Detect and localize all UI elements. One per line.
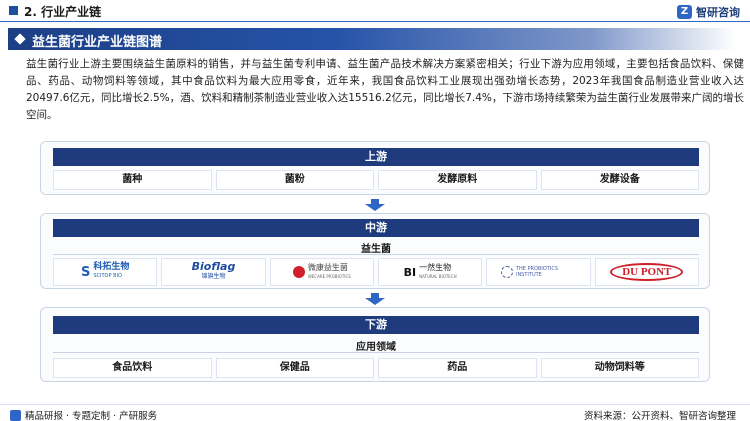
company-name: 微康益生菌 [307,263,348,272]
section-title: 2. 行业产业链 [24,5,102,19]
divider [53,254,699,255]
institute-globe-icon [500,266,513,278]
midstream-subtitle: 益生菌 [361,244,391,255]
company-name: 一然生物 [419,263,452,272]
midstream-section: 中游 益生菌 S 科拓生物 SCITOP BIO Bioflag 锦旗生物 微康… [40,213,710,289]
company-name: DU PONT [610,263,684,281]
footer: 精品研报 · 专题定制 · 产研服务 资料来源：公开资料、智研咨询整理 [0,404,750,421]
logo-wecare: 微康益生菌 WECARE PROBIOTICS [269,258,374,286]
downstream-row: 食品饮料 保健品 药品 动物饲料等 [53,358,699,378]
company-name: Bioflag [191,260,236,273]
header-divider [0,21,750,22]
company-subname: WECARE PROBIOTICS [307,274,351,279]
company-subname: SCITOP BIO [93,273,122,279]
brand-logo[interactable]: Z 智研咨询 [677,4,740,20]
company-logos: S 科拓生物 SCITOP BIO Bioflag 锦旗生物 微康益生菌 WEC… [53,258,699,286]
top-bar: 2. 行业产业链 Z 智研咨询 [0,0,750,22]
logo-dupont: DU PONT [594,258,699,286]
logo-natural-biotech: BI 一然生物 NATURAL BIOTECH [377,258,483,286]
footer-services: 精品研报 · 专题定制 · 产研服务 [25,411,158,421]
downstream-item: 动物饲料等 [540,358,699,378]
downstream-subtitle: 应用领域 [356,342,396,353]
company-name: 科拓生物 [93,262,130,272]
footer-source: 资料来源：公开资料、智研咨询整理 [583,411,736,421]
midstream-title: 中游 [53,219,699,237]
down-arrow-icon [363,293,387,305]
brand-icon: Z [677,5,692,19]
company-subname: 锦旗生物 [201,273,226,280]
company-subname: NATURAL BIOTECH [419,274,457,279]
upstream-item: 发酵原料 [378,170,537,190]
upstream-item: 菌种 [53,170,212,190]
downstream-title: 下游 [53,316,699,334]
downstream-item: 保健品 [215,358,374,378]
scitop-s-icon: S [80,264,91,280]
upstream-section: 上游 菌种 菌粉 发酵原料 发酵设备 [40,141,710,195]
logo-bioflag: Bioflag 锦旗生物 [161,258,266,286]
intro-paragraph: 益生菌行业上游主要围绕益生菌原料的销售，并与益生菌专利申请、益生菌产品技术解决方… [26,58,744,121]
title-banner: 益生菌行业产业链图谱 [8,28,736,50]
upstream-item: 发酵设备 [540,170,699,190]
downstream-section: 下游 应用领域 食品饮料 保健品 药品 动物饲料等 [40,307,710,382]
page-title: 益生菌行业产业链图谱 [32,35,163,50]
downstream-item: 药品 [378,358,537,378]
wecare-circle-icon [292,266,305,278]
bi-mark-icon: BI [403,265,417,279]
upstream-item: 菌粉 [215,170,374,190]
divider [53,352,699,353]
down-arrow-icon [363,199,387,211]
logo-scitop: S 科拓生物 SCITOP BIO [53,258,158,286]
section-marker [9,6,18,15]
logo-probiotics-institute: THE PROBIOTICS INSTITUTE [486,258,591,286]
upstream-row: 菌种 菌粉 发酵原料 发酵设备 [53,170,699,190]
footer-left: 精品研报 · 专题定制 · 产研服务 [10,408,157,421]
upstream-title: 上游 [53,148,699,166]
downstream-item: 食品饮料 [53,358,212,378]
diamond-icon [14,33,26,45]
report-icon [10,409,21,421]
brand-name: 智研咨询 [696,6,740,19]
company-name: THE PROBIOTICS INSTITUTE [515,266,558,278]
